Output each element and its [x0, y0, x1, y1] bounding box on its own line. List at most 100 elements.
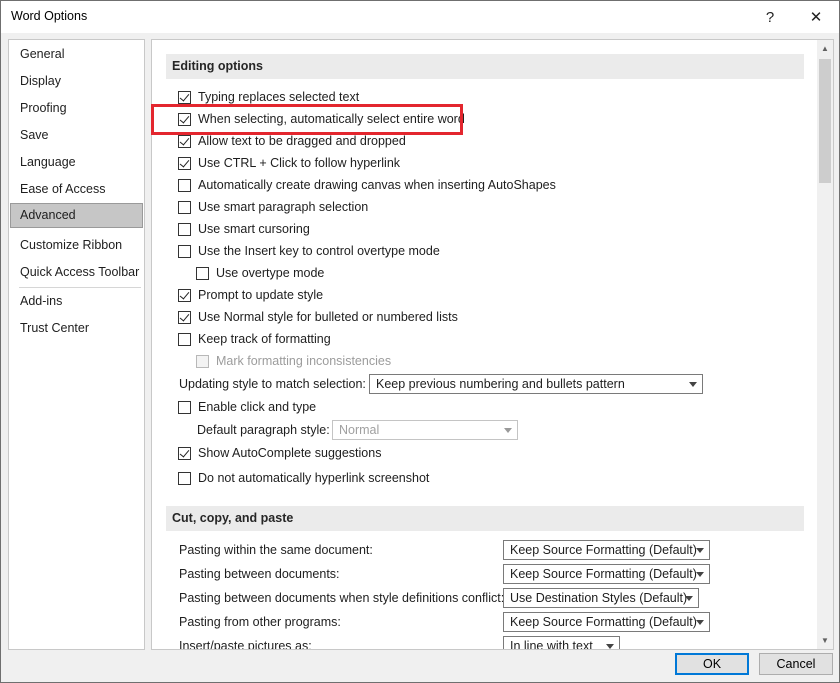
- nav-item-ease-of-access[interactable]: Ease of Access: [10, 177, 143, 202]
- updating-style-dropdown[interactable]: Keep previous numbering and bullets patt…: [369, 374, 703, 394]
- nav-item-general[interactable]: General: [10, 42, 143, 67]
- option-autocomplete[interactable]: Show AutoComplete suggestions: [178, 444, 381, 462]
- option-no-hyperlink-screenshot[interactable]: Do not automatically hyperlink screensho…: [178, 469, 429, 487]
- dropdown-value: Normal: [339, 423, 380, 437]
- chevron-down-icon: [696, 572, 704, 577]
- nav-item-display[interactable]: Display: [10, 69, 143, 94]
- option-label: Keep track of formatting: [198, 332, 331, 346]
- ok-button[interactable]: OK: [675, 653, 749, 675]
- checkbox-unchecked-icon[interactable]: [178, 471, 191, 485]
- option-label: Show AutoComplete suggestions: [198, 446, 382, 460]
- cancel-button[interactable]: Cancel: [759, 653, 833, 675]
- paste-within-document-dropdown[interactable]: Keep Source Formatting (Default): [503, 540, 710, 560]
- option-track-formatting[interactable]: Keep track of formatting: [178, 330, 331, 348]
- nav-item-quick-access-toolbar[interactable]: Quick Access Toolbar: [10, 260, 143, 285]
- chevron-down-icon: [685, 596, 693, 601]
- option-label: Use Normal style for bulleted or numbere…: [198, 310, 458, 324]
- option-drawing-canvas[interactable]: Automatically create drawing canvas when…: [178, 176, 556, 194]
- checkbox-checked-icon[interactable]: [178, 156, 191, 170]
- editing-options-header: Editing options: [166, 54, 804, 79]
- option-smart-paragraph[interactable]: Use smart paragraph selection: [178, 198, 368, 216]
- paste-pictures-label: Insert/paste pictures as:: [179, 639, 312, 650]
- option-label: Enable click and type: [198, 400, 317, 414]
- paste-within-document-label: Pasting within the same document:: [179, 543, 373, 557]
- option-label: Typing replaces selected text: [198, 90, 360, 104]
- scrollbar-thumb[interactable]: [819, 59, 831, 183]
- default-paragraph-label: Default paragraph style:: [197, 423, 330, 437]
- category-nav: General Display Proofing Save Language E…: [8, 39, 145, 650]
- paste-style-conflict-label: Pasting between documents when style def…: [179, 591, 505, 605]
- updating-style-label: Updating style to match selection:: [179, 377, 366, 391]
- checkbox-disabled-icon: [196, 354, 209, 368]
- dropdown-value: Keep Source Formatting (Default): [510, 615, 697, 629]
- cut-copy-paste-header: Cut, copy, and paste: [166, 506, 804, 531]
- chevron-down-icon: [504, 428, 512, 433]
- chevron-down-icon: [689, 382, 697, 387]
- nav-divider: [19, 287, 141, 288]
- checkbox-checked-icon[interactable]: [178, 134, 191, 148]
- checkbox-checked-icon[interactable]: [178, 90, 191, 104]
- option-label: Mark formatting inconsistencies: [216, 354, 392, 368]
- option-label: When selecting, automatically select ent…: [198, 112, 465, 126]
- checkbox-unchecked-icon[interactable]: [196, 266, 209, 280]
- option-label: Use the Insert key to control overtype m…: [198, 244, 440, 258]
- nav-item-trust-center[interactable]: Trust Center: [10, 316, 143, 341]
- checkbox-checked-icon[interactable]: [178, 310, 191, 324]
- option-normal-style-lists[interactable]: Use Normal style for bulleted or numbere…: [178, 308, 458, 326]
- checkbox-unchecked-icon[interactable]: [178, 222, 191, 236]
- option-label: Automatically create drawing canvas when…: [198, 178, 556, 192]
- paste-other-programs-dropdown[interactable]: Keep Source Formatting (Default): [503, 612, 710, 632]
- checkbox-unchecked-icon[interactable]: [178, 178, 191, 192]
- scroll-up-icon[interactable]: ▲: [817, 40, 833, 57]
- option-label: Use smart paragraph selection: [198, 200, 369, 214]
- option-label: Prompt to update style: [198, 288, 324, 302]
- nav-item-language[interactable]: Language: [10, 150, 143, 175]
- paste-pictures-dropdown[interactable]: In line with text: [503, 636, 620, 650]
- option-prompt-update-style[interactable]: Prompt to update style: [178, 286, 323, 304]
- option-label: Do not automatically hyperlink screensho…: [198, 471, 430, 485]
- dropdown-value: Keep previous numbering and bullets patt…: [376, 377, 625, 391]
- scroll-down-icon[interactable]: ▼: [817, 632, 833, 649]
- option-label: Use CTRL + Click to follow hyperlink: [198, 156, 401, 170]
- chevron-down-icon: [696, 548, 704, 553]
- paste-between-documents-dropdown[interactable]: Keep Source Formatting (Default): [503, 564, 710, 584]
- paste-style-conflict-dropdown[interactable]: Use Destination Styles (Default): [503, 588, 699, 608]
- nav-item-add-ins[interactable]: Add-ins: [10, 289, 143, 314]
- checkbox-checked-icon[interactable]: [178, 288, 191, 302]
- option-insert-key-overtype[interactable]: Use the Insert key to control overtype m…: [178, 242, 440, 260]
- option-label: Allow text to be dragged and dropped: [198, 134, 406, 148]
- option-typing-replaces[interactable]: Typing replaces selected text: [178, 88, 359, 106]
- advanced-options-panel: Editing options Typing replaces selected…: [151, 39, 834, 650]
- dropdown-value: In line with text: [510, 639, 593, 650]
- nav-item-save[interactable]: Save: [10, 123, 143, 148]
- option-label: Use smart cursoring: [198, 222, 310, 236]
- option-overtype-mode[interactable]: Use overtype mode: [196, 264, 324, 282]
- option-drag-and-drop[interactable]: Allow text to be dragged and dropped: [178, 132, 406, 150]
- paste-between-documents-label: Pasting between documents:: [179, 567, 340, 581]
- window-title: Word Options: [11, 9, 88, 23]
- nav-item-customize-ribbon[interactable]: Customize Ribbon: [10, 233, 143, 258]
- vertical-scrollbar[interactable]: ▲ ▼: [817, 40, 833, 649]
- checkbox-unchecked-icon[interactable]: [178, 400, 191, 414]
- dropdown-value: Keep Source Formatting (Default): [510, 543, 697, 557]
- option-select-entire-word[interactable]: When selecting, automatically select ent…: [178, 110, 465, 128]
- close-button[interactable]: ✕: [793, 1, 839, 33]
- option-smart-cursoring[interactable]: Use smart cursoring: [178, 220, 310, 238]
- option-label: Use overtype mode: [216, 266, 325, 280]
- nav-item-proofing[interactable]: Proofing: [10, 96, 143, 121]
- option-ctrl-click-hyperlink[interactable]: Use CTRL + Click to follow hyperlink: [178, 154, 400, 172]
- checkbox-unchecked-icon[interactable]: [178, 244, 191, 258]
- dropdown-value: Use Destination Styles (Default): [510, 591, 688, 605]
- title-bar: Word Options ? ✕: [1, 1, 839, 33]
- checkbox-checked-icon[interactable]: [178, 446, 191, 460]
- chevron-down-icon: [696, 620, 704, 625]
- help-button[interactable]: ?: [747, 1, 793, 33]
- option-click-and-type[interactable]: Enable click and type: [178, 398, 316, 416]
- default-paragraph-dropdown: Normal: [332, 420, 518, 440]
- checkbox-checked-icon[interactable]: [178, 112, 191, 126]
- chevron-down-icon: [606, 644, 614, 649]
- checkbox-unchecked-icon[interactable]: [178, 332, 191, 346]
- checkbox-unchecked-icon[interactable]: [178, 200, 191, 214]
- option-mark-inconsistencies: Mark formatting inconsistencies: [196, 352, 391, 370]
- nav-item-advanced[interactable]: Advanced: [10, 203, 143, 228]
